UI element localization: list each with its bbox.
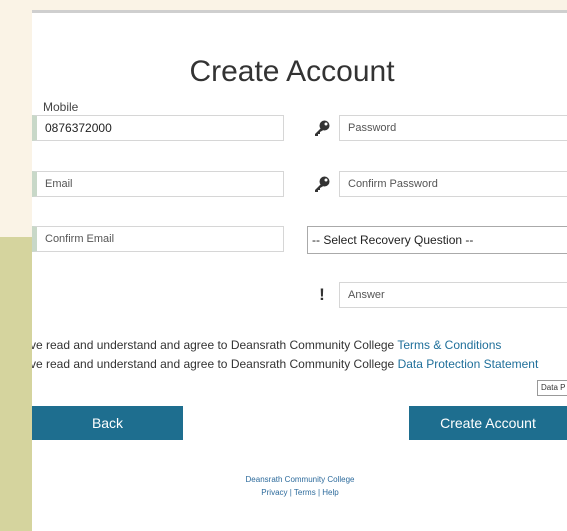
recovery-question-select[interactable]: -- Select Recovery Question -- bbox=[307, 226, 567, 254]
top-divider bbox=[32, 10, 567, 13]
page-title: Create Account bbox=[189, 55, 395, 88]
privacy-link[interactable]: Privacy bbox=[261, 488, 287, 497]
terms-link[interactable]: Terms & Conditions bbox=[397, 338, 501, 352]
mobile-label: Mobile bbox=[43, 100, 79, 114]
terms-footer-link[interactable]: Terms bbox=[294, 488, 316, 497]
key-icon bbox=[308, 171, 336, 197]
exclamation-icon: ! bbox=[319, 285, 325, 304]
footer-links: Privacy | Terms | Help bbox=[220, 488, 380, 497]
password-input[interactable]: Password bbox=[339, 115, 567, 141]
data-protection-consent: ve read and understand and agree to Dean… bbox=[32, 357, 538, 371]
email-input[interactable]: Email bbox=[32, 171, 284, 197]
back-button[interactable]: Back bbox=[32, 406, 183, 440]
footer-separator: | bbox=[289, 488, 292, 497]
create-account-button[interactable]: Create Account bbox=[409, 406, 567, 440]
confirm-password-input[interactable]: Confirm Password bbox=[339, 171, 567, 197]
data-protection-tooltip: Data P bbox=[537, 380, 567, 396]
data-protection-consent-text: ve read and understand and agree to Dean… bbox=[32, 357, 398, 371]
footer-college: Deansrath Community College bbox=[245, 475, 355, 484]
data-protection-link[interactable]: Data Protection Statement bbox=[398, 357, 539, 371]
footer-separator: | bbox=[317, 488, 321, 497]
answer-input[interactable]: Answer bbox=[339, 282, 567, 308]
key-icon bbox=[308, 115, 336, 141]
terms-consent: ve read and understand and agree to Dean… bbox=[32, 338, 501, 352]
create-account-panel: Create Account Mobile 0876372000 Email C… bbox=[32, 10, 567, 531]
confirm-email-input[interactable]: Confirm Email bbox=[32, 226, 284, 252]
help-link[interactable]: Help bbox=[322, 488, 338, 497]
mobile-input[interactable]: 0876372000 bbox=[32, 115, 284, 141]
terms-consent-text: ve read and understand and agree to Dean… bbox=[32, 338, 398, 352]
